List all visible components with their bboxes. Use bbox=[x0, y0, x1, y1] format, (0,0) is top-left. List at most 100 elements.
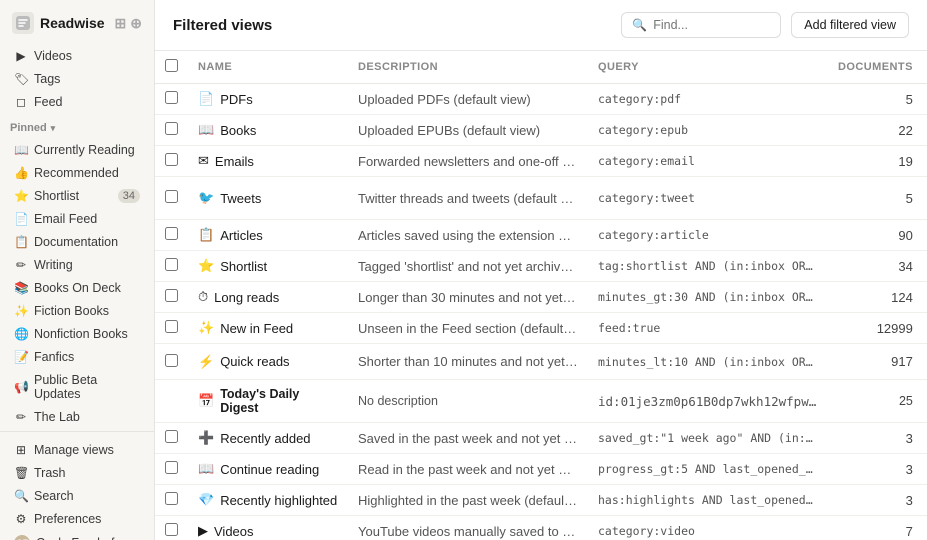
row-checkbox[interactable] bbox=[165, 461, 178, 474]
sidebar-item-label: Fiction Books bbox=[34, 304, 140, 318]
sidebar-item-fanfics[interactable]: 📝 Fanfics bbox=[4, 346, 150, 368]
row-name[interactable]: Long reads bbox=[214, 290, 279, 305]
row-checkbox[interactable] bbox=[165, 289, 178, 302]
row-checkbox[interactable] bbox=[165, 430, 178, 443]
views-table: NAME DESCRIPTION QUERY DOCUMENTS LAST UP… bbox=[155, 51, 927, 540]
row-name[interactable]: Shortlist bbox=[220, 259, 267, 274]
sidebar-item-currently-reading[interactable]: 📖 Currently Reading bbox=[4, 139, 150, 161]
sidebar-item-label: Currently Reading bbox=[34, 143, 140, 157]
row-checkbox[interactable] bbox=[165, 91, 178, 104]
globe-icon: 🌐 bbox=[14, 327, 28, 341]
sidebar-item-the-lab[interactable]: ✏ The Lab bbox=[4, 406, 150, 428]
row-checkbox[interactable] bbox=[165, 320, 178, 333]
sidebar-item-label: Preferences bbox=[34, 512, 140, 526]
sidebar-item-books-on-deck[interactable]: 📚 Books On Deck bbox=[4, 277, 150, 299]
row-checkbox-cell bbox=[155, 454, 188, 485]
header-description: DESCRIPTION bbox=[348, 51, 588, 84]
doc-icon: 📋 bbox=[14, 235, 28, 249]
row-checkbox[interactable] bbox=[165, 523, 178, 536]
row-type-icon: ➕ bbox=[198, 430, 214, 446]
sidebar-item-preferences[interactable]: ⚙ Preferences bbox=[4, 508, 150, 530]
row-name[interactable]: Today's Daily Digest bbox=[220, 387, 338, 415]
sidebar-item-public-beta-updates[interactable]: 📢 Public Beta Updates bbox=[4, 369, 150, 405]
add-filtered-view-button[interactable]: Add filtered view bbox=[791, 12, 909, 38]
row-query-cell: category:tweet bbox=[588, 177, 828, 220]
row-name[interactable]: New in Feed bbox=[220, 321, 293, 336]
row-checkbox[interactable] bbox=[165, 354, 178, 367]
email-icon: 📄 bbox=[14, 212, 28, 226]
gear-icon: ⚙ bbox=[14, 512, 28, 526]
table-row: 📖Continue readingRead in the past week a… bbox=[155, 454, 927, 485]
sidebar-item-label: Videos bbox=[34, 49, 140, 63]
row-type-icon: 📄 bbox=[198, 91, 214, 107]
row-description-cell: Uploaded EPUBs (default view) bbox=[348, 115, 588, 146]
row-type-icon: ▶ bbox=[198, 523, 208, 539]
sidebar-item-manage-views[interactable]: ⊞ Manage views bbox=[4, 439, 150, 461]
row-checkbox[interactable] bbox=[165, 492, 178, 505]
row-name-cell: 💎Recently highlighted bbox=[188, 485, 348, 516]
row-type-icon: ⭐ bbox=[198, 258, 214, 274]
sidebar-item-videos[interactable]: ▶ Videos bbox=[4, 45, 150, 67]
sidebar-item-fiction-books[interactable]: ✨ Fiction Books bbox=[4, 300, 150, 322]
row-name[interactable]: Videos bbox=[214, 524, 254, 539]
row-checkbox-cell bbox=[155, 84, 188, 115]
row-name-cell: ✉ Emails bbox=[188, 146, 348, 177]
sidebar-item-shortlist[interactable]: ⭐ Shortlist 34 bbox=[4, 185, 150, 207]
add-icon[interactable]: ⊕ bbox=[130, 15, 142, 32]
row-name[interactable]: Quick reads bbox=[220, 354, 289, 369]
search-icon: 🔍 bbox=[632, 18, 647, 32]
sidebar-item-trash[interactable]: 🗑 Trash bbox=[4, 462, 150, 484]
lab-icon: ✏ bbox=[14, 410, 28, 424]
user-avatar: CF bbox=[14, 535, 30, 540]
row-name-cell: 📖Books bbox=[188, 115, 348, 146]
sidebar-item-search[interactable]: 🔍 Search bbox=[4, 485, 150, 507]
row-name-cell: ▶ Videos bbox=[188, 516, 348, 540]
row-checkbox[interactable] bbox=[165, 227, 178, 240]
row-type-icon: ✉ bbox=[198, 153, 209, 169]
search-icon: 🔍 bbox=[14, 489, 28, 503]
row-type-icon: 🐦 bbox=[198, 190, 214, 206]
row-checkbox[interactable] bbox=[165, 190, 178, 203]
row-documents-cell: 34 bbox=[828, 251, 923, 282]
sidebar-item-user[interactable]: CF Cayla Fronhofer bbox=[4, 531, 150, 540]
trash-icon: 🗑 bbox=[14, 466, 28, 480]
sidebar: Readwise ⊞ ⊕ ▶ Videos 🏷 Tags ◻ Feed Pinn… bbox=[0, 0, 155, 540]
row-checkbox-cell bbox=[155, 220, 188, 251]
sidebar-item-tags[interactable]: 🏷 Tags bbox=[4, 68, 150, 90]
row-documents-cell: 25 bbox=[828, 380, 923, 423]
row-name-cell: ⚡Quick reads bbox=[188, 344, 348, 380]
row-documents-cell: 3 bbox=[828, 485, 923, 516]
sidebar-item-documentation[interactable]: 📋 Documentation bbox=[4, 231, 150, 253]
sidebar-item-recommended[interactable]: 👍 Recommended bbox=[4, 162, 150, 184]
row-name[interactable]: Recently added bbox=[220, 431, 310, 446]
sidebar-item-nonfiction-books[interactable]: 🌐 Nonfiction Books bbox=[4, 323, 150, 345]
row-name-cell: ➕ Recently added bbox=[188, 423, 348, 454]
row-checkbox-cell bbox=[155, 344, 188, 380]
select-all-checkbox[interactable] bbox=[165, 59, 178, 72]
row-checkbox[interactable] bbox=[165, 122, 178, 135]
row-name[interactable]: Emails bbox=[215, 154, 254, 169]
pinned-chevron: ▾ bbox=[51, 123, 56, 134]
row-name[interactable]: Tweets bbox=[220, 191, 261, 206]
sidebar-item-email-feed[interactable]: 📄 Email Feed bbox=[4, 208, 150, 230]
sidebar-item-label: Feed bbox=[34, 95, 140, 109]
row-name[interactable]: Recently highlighted bbox=[220, 493, 337, 508]
row-name[interactable]: Continue reading bbox=[220, 462, 319, 477]
sidebar-item-feed[interactable]: ◻ Feed bbox=[4, 91, 150, 113]
row-name[interactable]: Articles bbox=[220, 228, 263, 243]
row-checkbox[interactable] bbox=[165, 258, 178, 271]
row-query-cell: category:video bbox=[588, 516, 828, 540]
pinned-group-label[interactable]: Pinned ▾ bbox=[0, 116, 154, 136]
row-name[interactable]: PDFs bbox=[220, 92, 253, 107]
search-input[interactable] bbox=[653, 18, 770, 32]
row-query-cell: saved_gt:"1 week ago" AND (in:inbox OR i… bbox=[588, 423, 828, 454]
row-query-cell: category:epub bbox=[588, 115, 828, 146]
row-documents-cell: 5 bbox=[828, 177, 923, 220]
row-description-cell: Read in the past week and not yet archiv… bbox=[348, 454, 588, 485]
row-description-cell: YouTube videos manually saved to your Li… bbox=[348, 516, 588, 540]
row-checkbox[interactable] bbox=[165, 153, 178, 166]
sidebar-item-writing[interactable]: ✏ Writing bbox=[4, 254, 150, 276]
row-name[interactable]: Books bbox=[220, 123, 256, 138]
sidebar-collapse-icon[interactable]: ⊞ bbox=[115, 15, 127, 32]
row-documents-cell: 19 bbox=[828, 146, 923, 177]
